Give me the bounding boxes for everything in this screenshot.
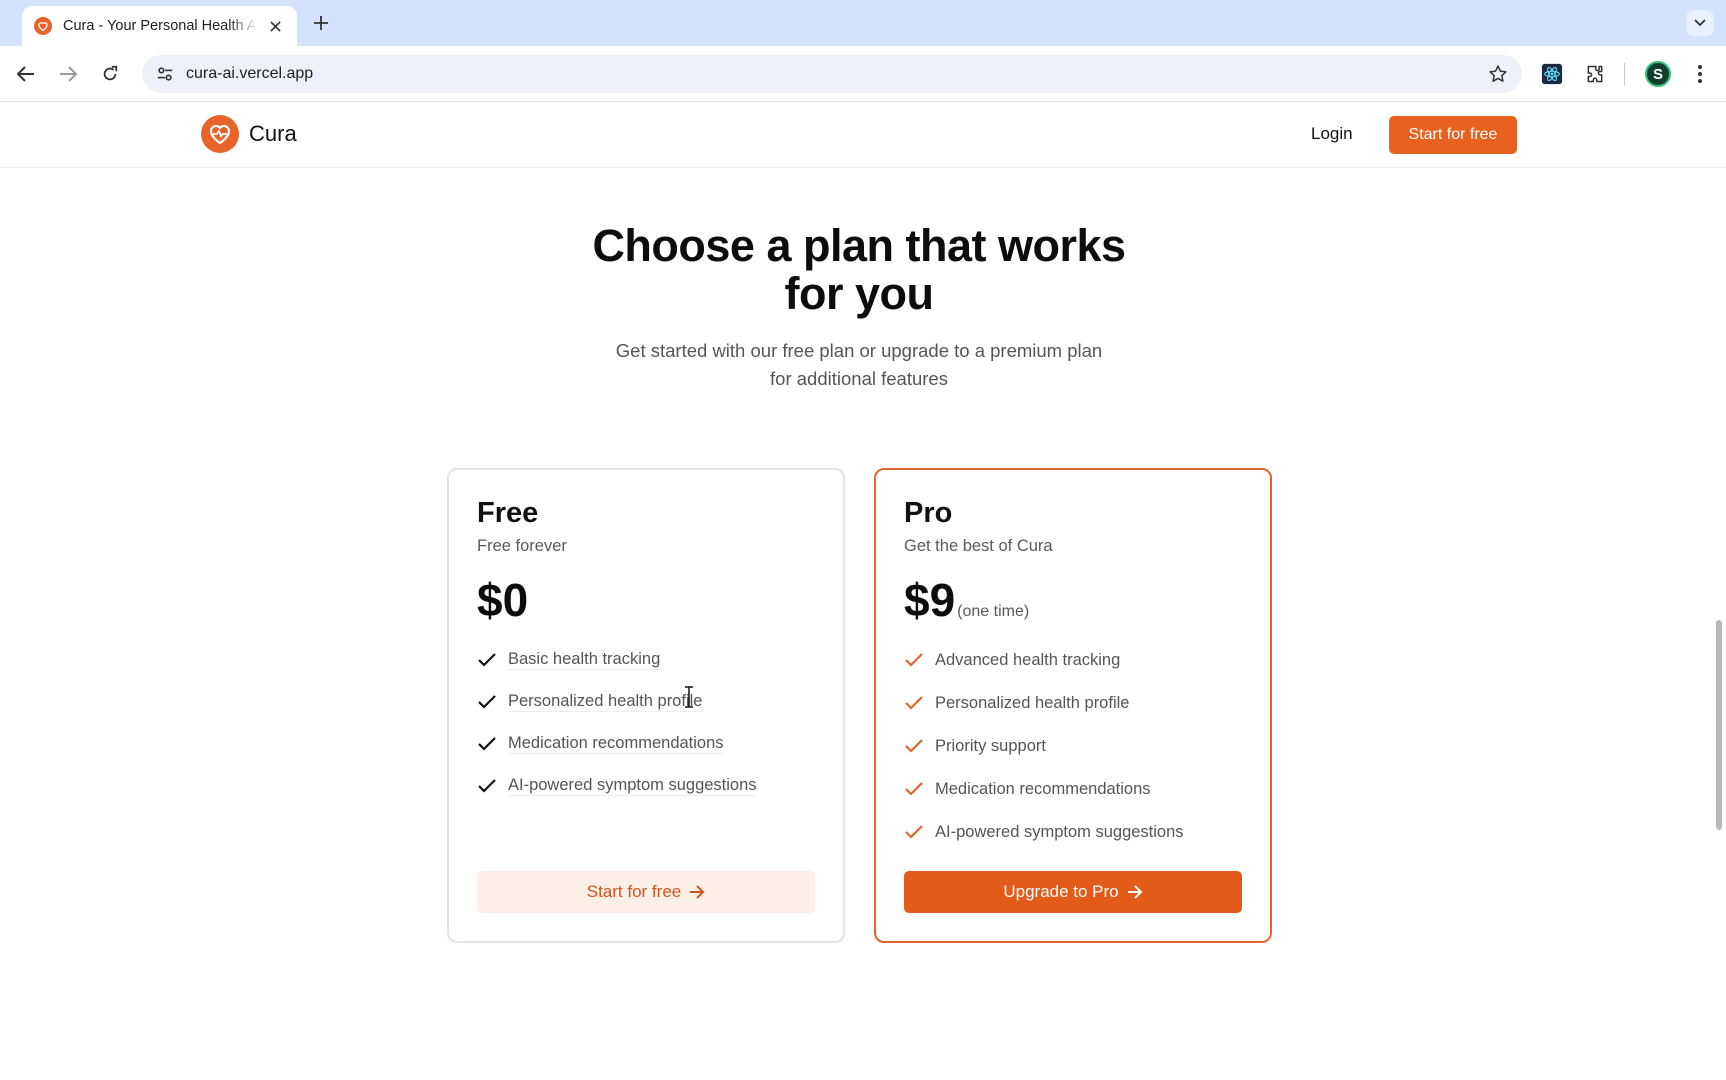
- arrow-right-icon: [1127, 885, 1143, 899]
- feature-list: Advanced health tracking Personalized he…: [904, 650, 1184, 865]
- react-devtools-extension-icon[interactable]: [1538, 60, 1566, 88]
- check-icon: [478, 737, 496, 751]
- check-icon: [905, 696, 923, 710]
- price-value: $9: [904, 574, 956, 626]
- close-tab-icon[interactable]: [265, 16, 285, 36]
- feature-item: Personalized health profile: [477, 692, 757, 712]
- toolbar-divider: [1624, 63, 1625, 85]
- page-subtitle: Get started with our free plan or upgrad…: [0, 337, 1718, 393]
- feature-text: AI-powered symptom suggestions: [935, 822, 1184, 841]
- new-tab-plus-icon[interactable]: [308, 10, 334, 36]
- check-icon: [905, 653, 923, 667]
- login-link[interactable]: Login: [1311, 124, 1353, 144]
- start-for-free-plan-button[interactable]: Start for free: [477, 871, 815, 913]
- start-for-free-button[interactable]: Start for free: [1389, 116, 1517, 154]
- page-title: Choose a plan that works for you: [0, 222, 1718, 318]
- plan-name: Free: [477, 497, 539, 529]
- button-label: Start for free: [586, 882, 682, 901]
- feature-item: AI-powered symptom suggestions: [477, 776, 757, 796]
- address-bar[interactable]: cura-ai.vercel.app: [142, 55, 1522, 93]
- feature-text: Personalized health profile: [935, 693, 1130, 712]
- feature-text: Medication recommendations: [508, 734, 724, 754]
- plan-name: Pro: [904, 497, 953, 529]
- feature-text: Priority support: [935, 736, 1046, 755]
- heart-pulse-icon: [201, 115, 239, 153]
- page-subtitle-line-2: for additional features: [770, 368, 948, 389]
- page-title-line-2: for you: [784, 268, 935, 319]
- plan-tagline: Get the best of Cura: [904, 537, 1053, 555]
- feature-item: Medication recommendations: [477, 734, 757, 754]
- plan-price: $9 (one time): [904, 573, 1029, 627]
- tab-title: Cura - Your Personal Health Assistant: [63, 18, 258, 34]
- feature-text: AI-powered symptom suggestions: [508, 776, 757, 796]
- browser-tab-strip: Cura - Your Personal Health Assistant: [0, 0, 1726, 46]
- price-note: (one time): [957, 603, 1030, 620]
- profile-avatar[interactable]: S: [1645, 61, 1671, 87]
- check-icon: [478, 653, 496, 667]
- url-text[interactable]: cura-ai.vercel.app: [186, 65, 313, 83]
- price-value: $0: [477, 574, 529, 626]
- check-icon: [905, 782, 923, 796]
- browser-menu-icon[interactable]: [1688, 60, 1712, 88]
- brand-link[interactable]: Cura: [201, 115, 297, 153]
- forward-arrow-icon[interactable]: [54, 60, 82, 88]
- page-subtitle-line-1: Get started with our free plan or upgrad…: [615, 340, 1103, 361]
- reload-icon[interactable]: [96, 60, 124, 88]
- extensions-puzzle-icon[interactable]: [1581, 60, 1609, 88]
- bookmark-star-icon[interactable]: [1488, 64, 1508, 84]
- brand-name: Cura: [249, 121, 297, 146]
- browser-toolbar: cura-ai.vercel.app S: [0, 46, 1726, 102]
- feature-item: Basic health tracking: [477, 650, 757, 670]
- text-cursor-icon: [684, 686, 694, 714]
- feature-text: Basic health tracking: [508, 650, 661, 670]
- tab-search-chevron-icon[interactable]: [1686, 10, 1714, 36]
- feature-item: Advanced health tracking: [904, 650, 1184, 670]
- check-icon: [478, 779, 496, 793]
- upgrade-to-pro-button[interactable]: Upgrade to Pro: [904, 871, 1242, 913]
- check-icon: [905, 739, 923, 753]
- favicon-heart-icon: [34, 17, 52, 35]
- browser-tab[interactable]: Cura - Your Personal Health Assistant: [22, 6, 297, 46]
- feature-text: Advanced health tracking: [935, 650, 1121, 669]
- feature-text: Medication recommendations: [935, 779, 1151, 798]
- feature-item: Medication recommendations: [904, 779, 1184, 799]
- site-header: Cura Login Start for free: [0, 102, 1726, 168]
- back-arrow-icon[interactable]: [12, 60, 40, 88]
- check-icon: [478, 695, 496, 709]
- button-label: Upgrade to Pro: [1003, 882, 1119, 901]
- feature-item: Priority support: [904, 736, 1184, 756]
- feature-item: Personalized health profile: [904, 693, 1184, 713]
- pro-plan-card: Pro Get the best of Cura $9 (one time) A…: [874, 468, 1272, 943]
- arrow-right-icon: [690, 885, 705, 899]
- feature-text: Personalized health profile: [508, 692, 703, 712]
- plan-price: $0: [477, 573, 528, 627]
- plan-tagline: Free forever: [477, 537, 567, 555]
- check-icon: [905, 825, 923, 839]
- feature-list: Basic health tracking Personalized healt…: [477, 650, 757, 818]
- page-scrollbar[interactable]: [1716, 620, 1722, 830]
- page-title-line-1: Choose a plan that works: [592, 220, 1126, 271]
- feature-item: AI-powered symptom suggestions: [904, 822, 1184, 842]
- site-settings-icon[interactable]: [146, 55, 184, 93]
- free-plan-card: Free Free forever $0 Basic health tracki…: [447, 468, 845, 943]
